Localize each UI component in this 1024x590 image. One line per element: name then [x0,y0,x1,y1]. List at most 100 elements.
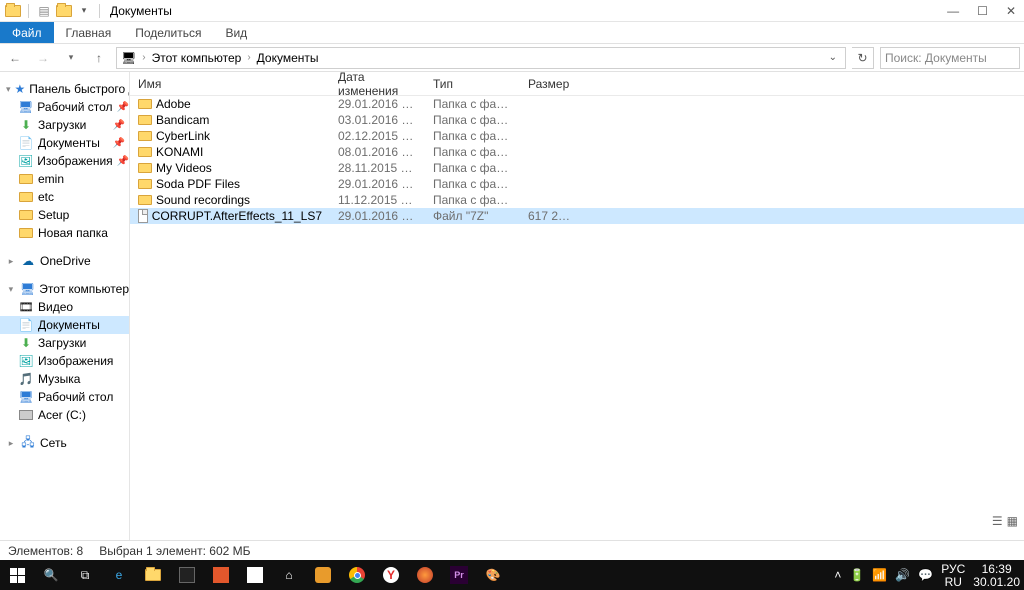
taskbar-app-premiere[interactable]: Pr [442,560,476,590]
sidebar-item[interactable]: 📄Документы📌 [0,134,129,152]
taskbar-app[interactable] [408,560,442,590]
search-input[interactable]: Поиск: Документы [880,47,1020,69]
taskbar-app[interactable]: ⌂ [272,560,306,590]
folder-icon [138,99,152,109]
sidebar-item[interactable]: ⬇Загрузки [0,334,129,352]
search-placeholder: Поиск: Документы [885,51,987,65]
file-row[interactable]: Adobe29.01.2016 14:50Папка с файлами [130,96,1024,112]
properties-icon[interactable]: ▤ [35,2,53,20]
large-icons-view-icon[interactable]: ▦ [1007,514,1018,528]
sidebar-item[interactable]: 🖥Рабочий стол📌 [0,98,129,116]
start-button[interactable] [0,560,34,590]
folder-icon [138,179,152,189]
tray-battery-icon[interactable]: 🔋 [849,568,864,582]
cell-date: 29.01.2016 20:57 [330,177,425,191]
back-button[interactable]: ← [4,47,26,69]
status-count: Элементов: 8 [8,544,83,558]
sidebar-item[interactable]: 🎞Видео [0,298,129,316]
sidebar-item[interactable]: 🎵Музыка [0,370,129,388]
nav-label: Рабочий стол [38,390,113,404]
tray-wifi-icon[interactable]: 📶 [872,568,887,582]
cell-name: Bandicam [130,113,330,127]
onedrive-root[interactable]: ▸ ☁ OneDrive [0,252,129,270]
tray-clock[interactable]: 16:39 30.01.20 [973,563,1020,588]
chevron-right-icon[interactable]: ▸ [6,438,16,449]
recent-dropdown[interactable]: ▾ [60,47,82,69]
tab-view[interactable]: Вид [213,22,259,43]
taskbar-app-store[interactable] [170,560,204,590]
tab-file[interactable]: Файл [0,22,54,43]
cell-size: 617 220 КБ [520,209,580,223]
folder-icon [138,147,152,157]
network-root[interactable]: ▸ 🖧 Сеть [0,434,129,452]
file-row[interactable]: KONAMI08.01.2016 19:03Папка с файлами [130,144,1024,160]
chevron-right-icon[interactable]: ▾ [6,84,11,95]
taskbar-app-chrome[interactable] [340,560,374,590]
nav-label: Документы [38,318,100,332]
chevron-right-icon[interactable]: ▾ [6,284,16,295]
taskbar-app-explorer[interactable] [136,560,170,590]
close-button[interactable]: ✕ [1006,4,1016,18]
picture-icon: 🖼 [18,153,33,169]
taskbar-app[interactable] [204,560,238,590]
new-folder-icon[interactable] [55,2,73,20]
qat-dropdown-icon[interactable]: ▾ [75,2,93,20]
minimize-button[interactable]: — [947,4,959,18]
status-selection: Выбран 1 элемент: 602 МБ [99,544,250,558]
desktop-icon: 🖥 [18,389,34,405]
quick-access-root[interactable]: ▾ ★ Панель быстрого до [0,80,129,98]
taskbar-app[interactable] [306,560,340,590]
breadcrumb[interactable]: Документы [257,51,319,65]
details-view-icon[interactable]: ☰ [992,514,1003,528]
taskbar-app[interactable] [238,560,272,590]
column-size[interactable]: Размер [520,72,580,95]
sidebar-item[interactable]: etc [0,188,129,206]
sidebar-item[interactable]: 🖥 Рабочий стол [0,388,129,406]
column-name[interactable]: Имя [130,72,330,95]
tab-home[interactable]: Главная [54,22,124,43]
sidebar-item[interactable]: ⬇Загрузки📌 [0,116,129,134]
sidebar-item[interactable]: Новая папка [0,224,129,242]
up-button[interactable]: ↑ [88,47,110,69]
file-row[interactable]: Soda PDF Files29.01.2016 20:57Папка с фа… [130,176,1024,192]
task-view-button[interactable]: ⧉ [68,560,102,590]
sidebar-item[interactable]: Acer (C:) [0,406,129,424]
chevron-right-icon: › [247,52,250,63]
address-bar[interactable]: 🖥 › Этот компьютер › Документы ⌄ [116,47,846,69]
tray-notifications-icon[interactable]: 💬 [918,568,933,582]
maximize-button[interactable]: ☐ [977,4,988,18]
file-row[interactable]: Bandicam03.01.2016 19:53Папка с файлами [130,112,1024,128]
sidebar-item[interactable]: 🖼Изображения [0,352,129,370]
cell-name: CyberLink [130,129,330,143]
pin-icon: 📌 [113,138,129,149]
sidebar-item[interactable]: emin [0,170,129,188]
file-row[interactable]: My Videos28.11.2015 19:07Папка с файлами [130,160,1024,176]
file-row[interactable]: CyberLink02.12.2015 22:25Папка с файлами [130,128,1024,144]
search-button[interactable]: 🔍 [34,560,68,590]
refresh-button[interactable]: ↻ [852,47,874,69]
taskbar-app-yandex[interactable]: Y [374,560,408,590]
file-row[interactable]: CORRUPT.AfterEffects_11_LS729.01.2016 14… [130,208,1024,224]
tray-time: 16:39 [982,563,1012,575]
status-bar: Элементов: 8 Выбран 1 элемент: 602 МБ ☰ … [0,540,1024,560]
column-date[interactable]: Дата изменения [330,72,425,95]
sidebar-item[interactable]: 📄 Документы [0,316,129,334]
sidebar-item[interactable]: 🖼Изображения📌 [0,152,129,170]
chevron-right-icon[interactable]: ▸ [6,256,16,267]
tray-chevron-up-icon[interactable]: ˄ [834,568,841,582]
tray-volume-icon[interactable]: 🔊 [895,568,910,582]
address-dropdown-icon[interactable]: ⌄ [825,52,841,63]
taskbar-app-edge[interactable]: e [102,560,136,590]
this-pc-root[interactable]: ▾ 🖥 Этот компьютер [0,280,129,298]
taskbar-app-paint[interactable]: 🎨 [476,560,510,590]
nav-label: Загрузки [38,336,86,350]
file-row[interactable]: Sound recordings11.12.2015 20:13Папка с … [130,192,1024,208]
cell-date: 02.12.2015 22:25 [330,129,425,143]
breadcrumb[interactable]: Этот компьютер [152,51,242,65]
sidebar-item[interactable]: Setup [0,206,129,224]
tray-language[interactable]: РУС RU [941,563,965,588]
tab-share[interactable]: Поделиться [123,22,213,43]
document-icon: 📄 [18,317,34,333]
forward-button[interactable]: → [32,47,54,69]
column-type[interactable]: Тип [425,72,520,95]
